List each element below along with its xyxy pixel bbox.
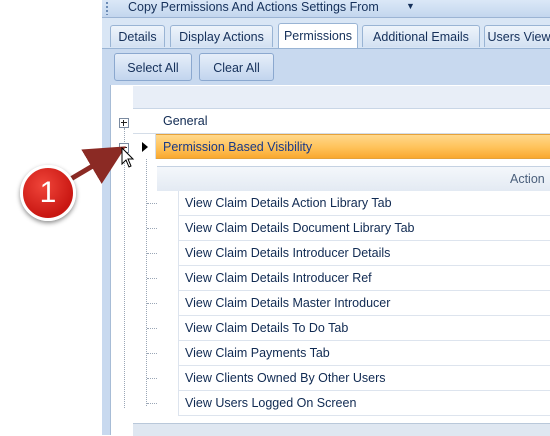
permission-row[interactable]: View Users Logged On Screen (179, 391, 550, 416)
group-row-general[interactable]: General (133, 109, 550, 134)
tree-line-branch (147, 278, 157, 279)
tree-line-branch (147, 353, 157, 354)
permission-row[interactable]: View Claim Details Introducer Details (179, 241, 550, 266)
permission-row-label: View Claim Details Action Library Tab (185, 196, 392, 210)
child-row-stub (157, 241, 179, 266)
permission-row-label: View Claim Details To Do Tab (185, 321, 349, 335)
permission-row[interactable]: View Claim Details To Do Tab (179, 316, 550, 341)
permission-row-label: View Claim Details Introducer Details (185, 246, 391, 260)
permission-row[interactable]: View Claim Details Introducer Ref (179, 266, 550, 291)
toolbar-grip-handle[interactable] (106, 2, 108, 15)
child-row-stub (157, 291, 179, 316)
tree-line-branch (147, 203, 157, 204)
select-all-button[interactable]: Select All (114, 53, 192, 81)
dropdown-arrow-icon[interactable]: ▼ (406, 0, 415, 13)
tree-line-branch (147, 303, 157, 304)
tree-line-branch (147, 253, 157, 254)
permission-row[interactable]: View Claim Details Master Introducer (179, 291, 550, 316)
clear-all-button[interactable]: Clear All (199, 53, 274, 81)
tab-strip: Details Display Actions Permissions Addi… (102, 18, 550, 48)
group-row-permission-based-visibility[interactable]: Permission Based Visibility (133, 134, 550, 159)
permission-row[interactable]: View Claim Details Document Library Tab (179, 216, 550, 241)
tree-line-branch (147, 378, 157, 379)
expand-general-icon[interactable] (119, 118, 129, 128)
tab-details[interactable]: Details (110, 25, 165, 47)
step-badge: 1 (20, 165, 76, 221)
child-row-stub (157, 316, 179, 341)
grid-header-band (133, 86, 550, 109)
child-row-stub (157, 216, 179, 241)
tab-users-view[interactable]: Users View (484, 25, 550, 47)
grid-bottom-bar (133, 423, 550, 436)
permission-row[interactable]: View Claim Payments Tab (179, 341, 550, 366)
tab-display-actions[interactable]: Display Actions (170, 25, 273, 47)
copy-permissions-label: Copy Permissions And Actions Settings Fr… (128, 0, 379, 14)
child-row-stub (157, 391, 179, 416)
child-row-stub (157, 366, 179, 391)
permissions-toolbar: Select All Clear All (102, 48, 550, 86)
group-label-permission-based: Permission Based Visibility (163, 140, 313, 154)
permission-row-label: View Claim Details Master Introducer (185, 296, 391, 310)
permission-row[interactable]: View Claim Details Action Library Tab (179, 191, 550, 216)
mouse-cursor-icon (121, 147, 135, 168)
permission-row-label: View Claim Details Introducer Ref (185, 271, 372, 285)
tree-line-branch (147, 328, 157, 329)
group-label-general: General (163, 114, 208, 128)
child-grid-header: Action (157, 166, 550, 192)
permission-row-label: View Claim Payments Tab (185, 346, 330, 360)
column-header-action[interactable]: Action (510, 167, 545, 191)
permission-row-label: View Claim Details Document Library Tab (185, 221, 415, 235)
tab-additional-emails[interactable]: Additional Emails (362, 25, 480, 47)
copy-permissions-bar[interactable]: Copy Permissions And Actions Settings Fr… (102, 0, 550, 18)
tab-permissions[interactable]: Permissions (278, 23, 358, 48)
child-row-stub (157, 266, 179, 291)
tree-line-branch (147, 228, 157, 229)
permission-row-label: View Clients Owned By Other Users (185, 371, 386, 385)
permission-row[interactable]: View Clients Owned By Other Users (179, 366, 550, 391)
tree-line-branch (147, 403, 157, 404)
panel-left-strip (102, 85, 110, 435)
permission-row-label: View Users Logged On Screen (185, 396, 357, 410)
child-row-stub (157, 341, 179, 366)
